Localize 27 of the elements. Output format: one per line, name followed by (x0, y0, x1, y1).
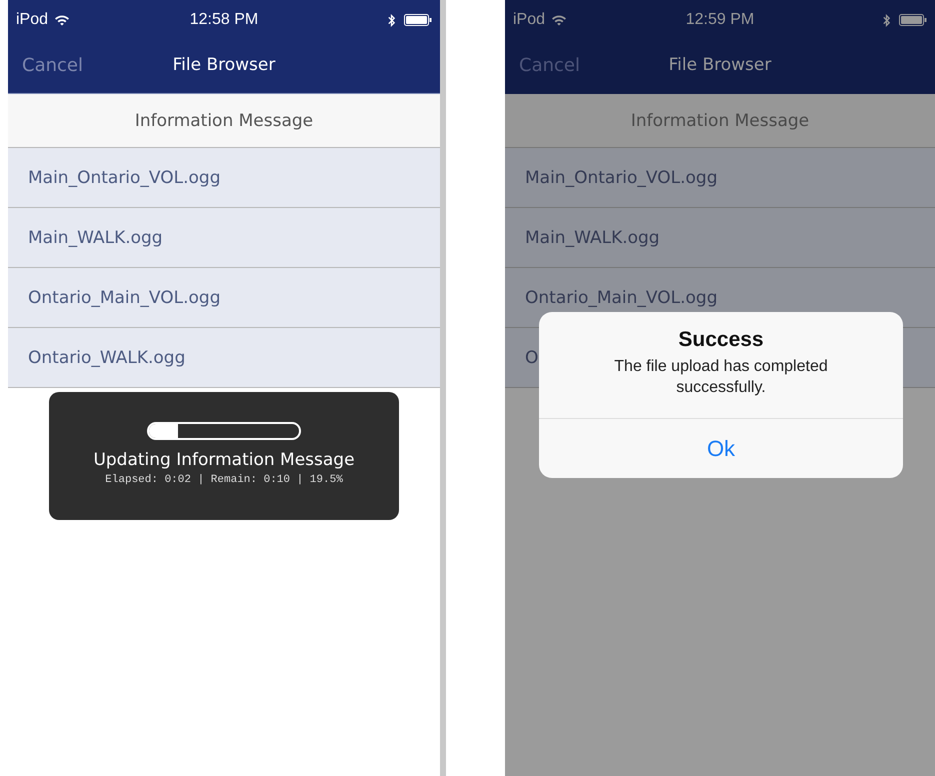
wifi-icon (54, 14, 70, 26)
progress-detail: Elapsed: 0:02 | Remain: 0:10 | 19.5% (105, 474, 343, 486)
carrier-label: iPod (16, 11, 48, 29)
carrier-label: iPod (513, 11, 546, 29)
screen-title: File Browser (172, 55, 276, 75)
bluetooth-icon (882, 12, 891, 28)
cancel-button[interactable]: Cancel (519, 54, 580, 76)
alert-title: Success (678, 328, 764, 352)
battery-icon (898, 14, 927, 26)
list-header: Information Message (505, 94, 935, 148)
cancel-button[interactable]: Cancel (22, 54, 83, 76)
wifi-icon (551, 14, 568, 26)
file-row[interactable]: Main_Ontario_VOL.ogg (505, 148, 935, 208)
ok-button[interactable]: Ok (539, 418, 903, 478)
battery-icon (404, 14, 432, 26)
bluetooth-icon (386, 12, 396, 28)
file-row[interactable]: Main_WALK.ogg (505, 208, 935, 268)
status-time: 12:59 PM (686, 11, 754, 29)
file-row[interactable]: Main_Ontario_VOL.ogg (8, 148, 440, 208)
progress-title: Updating Information Message (93, 450, 355, 470)
screen-title: File Browser (668, 55, 772, 75)
alert-message: The file upload has completed successfully. (613, 357, 829, 398)
list-header: Information Message (8, 94, 440, 148)
file-row[interactable]: Ontario_WALK.ogg (8, 328, 440, 388)
status-time: 12:58 PM (190, 11, 258, 29)
file-row[interactable]: Main_WALK.ogg (8, 208, 440, 268)
file-row[interactable]: Ontario_Main_VOL.ogg (8, 268, 440, 328)
